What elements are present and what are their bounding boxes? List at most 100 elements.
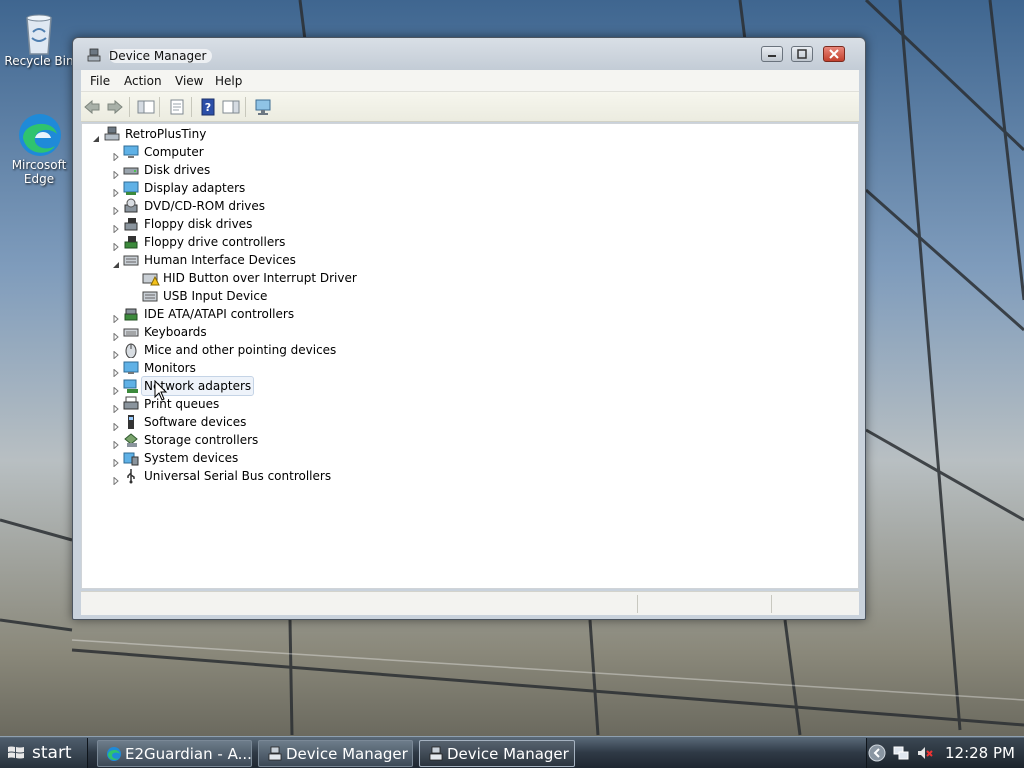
help-button[interactable]: ? (199, 98, 217, 116)
tree-category-ide-ata-atapi-controllers[interactable]: IDE ATA/ATAPI controllers (82, 305, 502, 324)
computer-root-icon (104, 126, 120, 142)
tree-category-label: DVD/CD-ROM drives (144, 199, 266, 213)
floppy-drive-icon (123, 216, 139, 232)
edge-icon (17, 112, 61, 156)
desktop-icon-recycle-bin[interactable]: Recycle Bin (3, 8, 75, 68)
tree-category-monitors[interactable]: Monitors (82, 359, 502, 378)
expand-triangle-icon[interactable] (112, 364, 120, 378)
expand-triangle-icon[interactable] (112, 346, 120, 360)
status-bar (81, 591, 859, 615)
tree-category-dvd-cd-rom-drives[interactable]: DVD/CD-ROM drives (82, 197, 502, 216)
display-adapter-icon (123, 180, 139, 196)
back-button[interactable] (83, 98, 101, 116)
device-tree[interactable]: RetroPlusTiny Computer Disk drives Display… (81, 123, 859, 589)
tree-category-floppy-drive-controllers[interactable]: Floppy drive controllers (82, 233, 502, 252)
tree-category-keyboards[interactable]: Keyboards (82, 323, 502, 342)
printer-icon (123, 396, 139, 412)
show-hide-console-tree-button[interactable] (137, 98, 155, 116)
minimize-icon (768, 55, 776, 57)
tree-category-system-devices[interactable]: System devices (82, 449, 502, 468)
action-pane-button[interactable] (222, 98, 240, 116)
storage-controller-icon (123, 432, 139, 448)
tree-category-network-adapters[interactable]: Network adapters (82, 376, 502, 396)
back-arrow-icon (84, 99, 100, 115)
tray-expand-chevron-icon[interactable] (868, 744, 886, 762)
desktop-icon-edge[interactable]: Mircosoft Edge (3, 112, 75, 186)
expand-triangle-icon[interactable] (112, 328, 120, 342)
collapse-triangle-icon[interactable] (92, 130, 100, 142)
title-bar[interactable]: Device Manager (73, 38, 865, 70)
desktop-icon-label: Recycle Bin (4, 54, 74, 68)
expand-triangle-icon[interactable] (112, 220, 120, 234)
tree-category-label: Computer (144, 145, 204, 159)
toolbar-separator (159, 97, 160, 117)
network-tray-icon[interactable] (892, 744, 910, 762)
taskbar-button-label: Device Manager (447, 745, 569, 763)
collapse-triangle-icon[interactable] (112, 256, 120, 268)
maximize-button[interactable] (791, 46, 813, 62)
tree-category-floppy-disk-drives[interactable]: Floppy disk drives (82, 215, 502, 234)
expand-triangle-icon[interactable] (112, 238, 120, 252)
start-button[interactable]: start (0, 738, 88, 768)
menu-action[interactable]: Action (124, 74, 162, 88)
tree-category-computer[interactable]: Computer (82, 143, 502, 162)
expand-triangle-icon[interactable] (112, 418, 120, 432)
tree-category-software-devices[interactable]: Software devices (82, 413, 502, 432)
tree-category-print-queues[interactable]: Print queues (82, 395, 502, 414)
system-device-icon (123, 450, 139, 466)
expand-triangle-icon[interactable] (112, 166, 120, 180)
properties-button[interactable] (168, 98, 186, 116)
expand-triangle-icon[interactable] (112, 148, 120, 162)
tree-category-disk-drives[interactable]: Disk drives (82, 161, 502, 180)
system-tray: 12:28 PM (866, 738, 1024, 768)
forward-button[interactable] (106, 98, 124, 116)
tree-category-label: Storage controllers (144, 433, 259, 447)
toolbar-separator (191, 97, 192, 117)
minimize-button[interactable] (761, 46, 783, 62)
device-manager-window: Device Manager File Action View Help ? R… (72, 37, 866, 620)
tree-category-mice-and-other-pointing-devices[interactable]: Mice and other pointing devices (82, 341, 502, 360)
menu-view[interactable]: View (175, 74, 203, 88)
tree-device-item[interactable]: HID Button over Interrupt Driver (82, 269, 502, 287)
forward-arrow-icon (107, 99, 123, 115)
taskbar-button-label: Device Manager (286, 745, 408, 763)
expand-triangle-icon[interactable] (112, 436, 120, 450)
expand-triangle-icon[interactable] (112, 184, 120, 198)
expand-triangle-icon[interactable] (112, 310, 120, 324)
tree-category-storage-controllers[interactable]: Storage controllers (82, 431, 502, 450)
expand-triangle-icon[interactable] (112, 400, 120, 414)
window-title: Device Manager (109, 49, 213, 63)
expand-triangle-icon[interactable] (112, 202, 120, 216)
taskbar-button-e2guardian[interactable]: E2Guardian - A... (97, 740, 252, 767)
tree-category-label: Display adapters (144, 181, 246, 195)
menu-file[interactable]: File (90, 74, 110, 88)
tree-category-label: Software devices (144, 415, 247, 429)
volume-muted-icon[interactable] (916, 744, 934, 762)
tree-category-label: Monitors (144, 361, 196, 375)
tree-category-label: Floppy drive controllers (144, 235, 286, 249)
tree-category-universal-serial-bus-controllers[interactable]: Universal Serial Bus controllers (82, 467, 502, 486)
expand-triangle-icon[interactable] (112, 454, 120, 468)
close-button[interactable] (823, 46, 845, 62)
usb-icon (123, 468, 139, 484)
console-tree-icon (137, 100, 155, 114)
expand-triangle-icon[interactable] (112, 382, 120, 396)
clock[interactable]: 12:28 PM (945, 744, 1015, 762)
tree-device-item[interactable]: USB Input Device (82, 287, 502, 305)
tree-category-display-adapters[interactable]: Display adapters (82, 179, 502, 198)
tree-root[interactable]: RetroPlusTiny (82, 125, 482, 143)
tree-category-label: Floppy disk drives (144, 217, 253, 231)
menu-help[interactable]: Help (215, 74, 242, 88)
computer-icon (123, 144, 139, 160)
scan-hardware-button[interactable] (254, 98, 272, 116)
taskbar-button-device-manager-active[interactable]: Device Manager (419, 740, 575, 767)
menu-bar: File Action View Help (81, 70, 859, 92)
device-manager-icon (267, 746, 283, 762)
taskbar-button-device-manager[interactable]: Device Manager (258, 740, 413, 767)
expand-triangle-icon[interactable] (112, 472, 120, 486)
recycle-bin-icon (17, 8, 61, 55)
tree-category-label: System devices (144, 451, 239, 465)
monitor-icon (123, 360, 139, 376)
help-icon: ? (201, 98, 215, 116)
tree-category-human-interface-devices[interactable]: Human Interface Devices (82, 251, 502, 269)
